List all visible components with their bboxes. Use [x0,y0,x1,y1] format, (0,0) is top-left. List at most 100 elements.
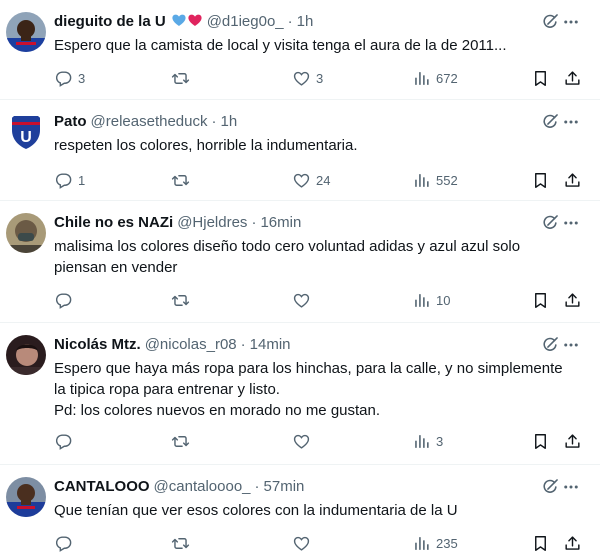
reply-button[interactable]: 1 [54,170,85,190]
avatar[interactable] [6,213,46,253]
bar-chart-icon [412,291,431,310]
separator: · [254,478,260,495]
grok-icon[interactable] [540,12,560,32]
display-name[interactable]: dieguito de la U [54,13,166,30]
reply-item[interactable]: CANTALOOO @cantaloooo_ · 57min Que tenían q… [0,465,600,555]
more-dots-icon[interactable] [562,477,580,497]
share-button[interactable] [563,533,582,553]
display-name[interactable]: Pato [54,113,87,130]
avatar[interactable] [6,477,46,517]
reply-header: Nicolás Mtz. @nicolas_r08 · 14min [54,335,291,355]
separator: · [287,13,293,30]
views-button[interactable]: 552 [412,170,458,190]
speech-bubble-icon [54,432,73,451]
speech-bubble-icon [54,69,73,88]
bookmark-button[interactable] [531,290,550,310]
like-count: 24 [316,172,331,188]
more-dots-icon[interactable] [562,12,580,32]
blue-heart-icon [171,12,187,28]
reply-count: 3 [78,70,86,86]
more-dots-icon[interactable] [562,112,580,132]
views-button[interactable]: 3 [412,431,443,451]
display-name[interactable]: CANTALOOO [54,478,150,495]
like-button[interactable] [292,533,316,553]
reply-button[interactable] [54,431,78,451]
reply-text: respeten los colores, horrible la indume… [54,137,358,154]
retweet-button[interactable] [171,290,190,310]
reply-item[interactable]: dieguito de la U @d1ieg0o_ · 1h Espero que … [0,0,600,100]
more-dots-icon[interactable] [562,335,580,355]
avatar[interactable]: U [6,112,46,152]
reply-button[interactable]: 3 [54,68,85,88]
view-count: 10 [436,292,451,308]
reply-text: Espero que haya más ropa para los hincha… [54,358,590,421]
timestamp[interactable]: 1h [220,113,237,130]
retweet-button[interactable] [171,68,190,88]
views-button[interactable]: 235 [412,533,458,553]
bar-chart-icon [412,432,431,451]
reply-item[interactable]: U Pato @releasetheduck · 1h respeten los co… [0,100,600,201]
avatar[interactable] [6,12,46,52]
grok-icon[interactable] [540,335,560,355]
view-count: 672 [436,70,458,86]
reply-text-line: la tipica ropa para entrenar y listo. [54,381,280,398]
heart-icon [292,432,311,451]
like-count: 3 [316,70,324,86]
bookmark-button[interactable] [531,533,550,553]
user-handle[interactable]: @releasetheduck [91,113,208,130]
reply-text-line: Pd: los colores nuevos en morado no me g… [54,402,381,419]
timestamp[interactable]: 57min [264,478,305,495]
separator: · [240,336,246,353]
reply-item[interactable]: Nicolás Mtz. @nicolas_r08 · 14min Espero qu… [0,323,600,465]
bar-chart-icon [412,171,431,190]
user-handle[interactable]: @nicolas_r08 [145,336,237,353]
like-button[interactable]: 3 [292,68,323,88]
timestamp[interactable]: 14min [250,336,291,353]
like-button[interactable] [292,431,316,451]
user-handle[interactable]: @d1ieg0o_ [207,13,284,30]
bar-chart-icon [412,534,431,553]
display-name[interactable]: Chile no es NAZi [54,214,173,231]
timestamp[interactable]: 1h [297,13,314,30]
retweet-button[interactable] [171,431,190,451]
reply-header: Chile no es NAZi @Hjeldres · 16min [54,213,301,233]
reply-item[interactable]: Chile no es NAZi @Hjeldres · 16min malisima… [0,201,600,323]
view-count: 3 [436,433,444,449]
action-bar: 235 [54,533,584,553]
reply-header: Pato @releasetheduck · 1h [54,112,237,132]
grok-icon[interactable] [540,477,560,497]
retweet-button[interactable] [171,170,190,190]
reply-header: CANTALOOO @cantaloooo_ · 57min [54,477,304,497]
views-button[interactable]: 672 [412,68,458,88]
share-button[interactable] [563,68,582,88]
bookmark-icon [531,432,550,451]
retweet-icon [171,69,190,88]
share-icon [563,432,582,451]
reply-button[interactable] [54,533,78,553]
share-button[interactable] [563,170,582,190]
like-button[interactable]: 24 [292,170,330,190]
more-dots-icon[interactable] [562,213,580,233]
reply-button[interactable] [54,290,78,310]
user-handle[interactable]: @cantaloooo_ [154,478,251,495]
bookmark-icon [531,171,550,190]
display-name[interactable]: Nicolás Mtz. [54,336,141,353]
share-button[interactable] [563,431,582,451]
grok-icon[interactable] [540,112,560,132]
share-icon [563,69,582,88]
bookmark-button[interactable] [531,170,550,190]
bookmark-button[interactable] [531,68,550,88]
retweet-button[interactable] [171,533,190,553]
timestamp[interactable]: 16min [260,214,301,231]
view-count: 552 [436,172,458,188]
user-handle[interactable]: @Hjeldres [177,214,247,231]
views-button[interactable]: 10 [412,290,450,310]
like-button[interactable] [292,290,316,310]
grok-icon[interactable] [540,213,560,233]
share-button[interactable] [563,290,582,310]
reply-header: dieguito de la U @d1ieg0o_ · 1h [54,12,313,32]
avatar[interactable] [6,335,46,375]
name-badges [171,12,203,34]
separator: · [251,214,257,231]
bookmark-button[interactable] [531,431,550,451]
